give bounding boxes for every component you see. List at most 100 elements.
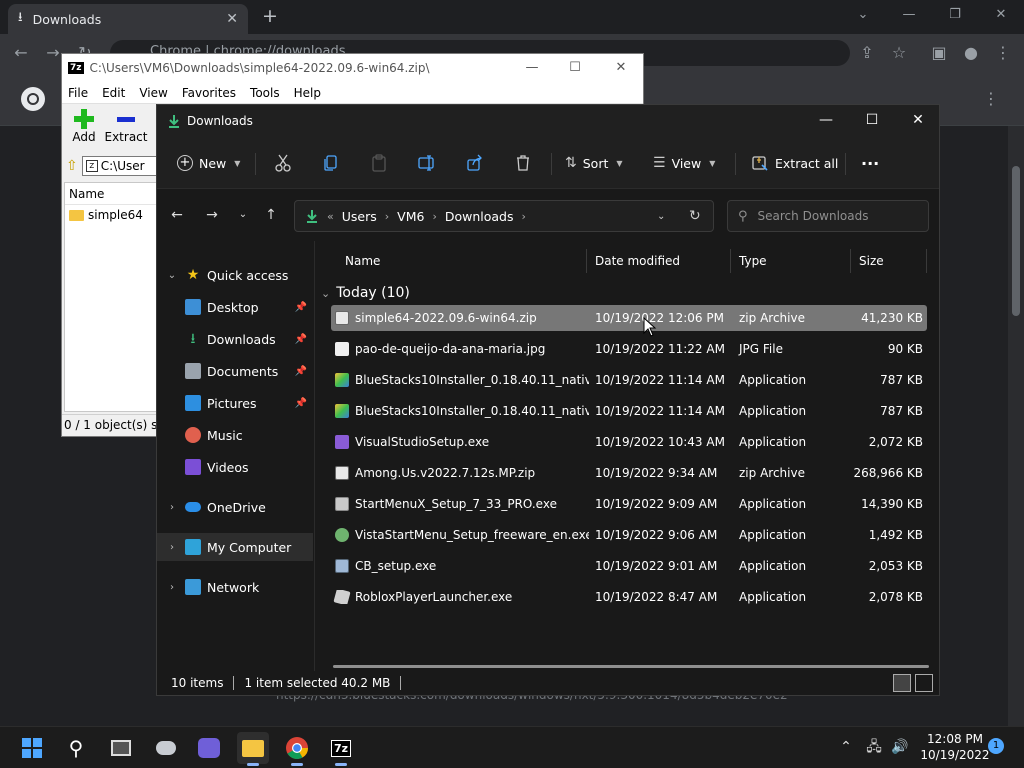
sidebar-item-my-computer[interactable]: › My Computer [157,533,313,561]
recent-locations-icon[interactable]: ⌄ [233,205,253,225]
group-header[interactable]: ⌄ Today (10) [321,283,410,303]
breadcrumb-overflow-icon[interactable]: « [327,210,334,223]
sidebar-item-network[interactable]: › Network [157,573,313,601]
cut-icon[interactable] [273,153,293,173]
chevron-down-icon[interactable]: ⌄ [840,4,886,26]
minimize-icon[interactable]: — [803,105,849,135]
more-options-button[interactable]: ··· [861,151,879,175]
sidebar-item-downloads[interactable]: ⭳ Downloads 📌 [157,325,313,353]
column-header-name[interactable]: Name [315,249,587,273]
close-icon[interactable]: ✕ [606,58,636,78]
column-header-date[interactable]: Date modified [587,249,731,273]
chrome-taskbar-button[interactable] [281,732,313,766]
maximize-icon[interactable]: ☐ [849,105,895,135]
chevron-right-icon[interactable]: › [165,502,179,513]
minimize-icon[interactable]: — [517,58,547,78]
column-header-type[interactable]: Type [731,249,851,273]
horizontal-scrollbar[interactable] [333,665,929,668]
add-button[interactable]: Add [62,108,106,144]
address-bar[interactable]: « Users › VM6 › Downloads › ⌄ ↻ [294,200,714,232]
tab-close-icon[interactable]: ✕ [226,11,238,27]
new-tab-button[interactable]: + [260,6,280,26]
sort-button[interactable]: ⇅ Sort ▼ [565,151,623,175]
paste-icon[interactable] [369,153,389,173]
start-button[interactable] [16,732,48,764]
side-panel-icon[interactable]: ▣ [928,42,950,64]
volume-icon[interactable]: 🔊 [890,737,910,757]
sevenzip-taskbar-button[interactable]: 7z [325,732,357,766]
extract-button[interactable]: Extract [104,108,148,144]
extract-all-button[interactable]: Extract all [751,151,838,175]
refresh-icon[interactable]: ↻ [689,208,701,224]
search-button[interactable]: ⚲ [60,732,92,764]
table-row[interactable]: pao-de-queijo-da-ana-maria.jpg 10/19/202… [331,336,927,362]
chrome-tab-downloads[interactable]: ⭳ Downloads ✕ [8,4,248,34]
close-icon[interactable]: ✕ [895,105,941,135]
file-explorer-taskbar-button[interactable] [237,732,269,766]
delete-icon[interactable] [513,153,533,173]
sidebar-item-onedrive[interactable]: › OneDrive [157,493,313,521]
sidebar-item-documents[interactable]: Documents 📌 [157,357,313,385]
maximize-icon[interactable]: ☐ [560,58,590,78]
system-clock[interactable]: 12:08 PM 10/19/2022 [918,731,992,763]
chevron-up-icon[interactable]: ⌃ [836,737,856,757]
menu-file[interactable]: File [68,86,88,100]
up-folder-icon[interactable]: ⇧ [66,158,78,174]
chat-button[interactable] [193,732,225,764]
details-view-icon[interactable] [893,674,911,692]
breadcrumb-vm6[interactable]: VM6 [397,209,424,224]
back-icon[interactable]: ← [167,205,187,225]
sidebar-item-pictures[interactable]: Pictures 📌 [157,389,313,417]
up-icon[interactable]: ↑ [261,205,281,225]
menu-view[interactable]: View [139,86,167,100]
menu-icon[interactable]: ⋮ [992,42,1014,64]
menu-edit[interactable]: Edit [102,86,125,100]
table-row[interactable]: VisualStudioSetup.exe 10/19/2022 10:43 A… [331,429,927,455]
column-header-size[interactable]: Size [851,249,927,273]
sevenzip-address-input[interactable]: Z C:\User [81,156,162,176]
chrome-scrollbar[interactable] [1008,126,1024,726]
table-row[interactable]: simple64-2022.09.6-win64.zip 10/19/2022 … [331,305,927,331]
column-header-name[interactable]: Name [65,183,158,205]
close-icon[interactable]: ✕ [978,4,1024,26]
menu-help[interactable]: Help [294,86,321,100]
table-row[interactable]: StartMenuX_Setup_7_33_PRO.exe 10/19/2022… [331,491,927,517]
list-item[interactable]: simple64 [65,205,158,225]
new-button[interactable]: + New ▼ [177,151,240,175]
star-icon[interactable]: ☆ [888,42,910,64]
sidebar-item-quick-access[interactable]: ⌄ ★ Quick access [157,261,313,289]
rename-icon[interactable] [417,153,437,173]
table-row[interactable]: VistaStartMenu_Setup_freeware_en.exe 10/… [331,522,927,548]
sidebar-item-desktop[interactable]: Desktop 📌 [157,293,313,321]
breadcrumb-downloads[interactable]: Downloads [445,209,514,224]
chevron-down-icon[interactable]: ⌄ [165,270,179,281]
network-status-icon[interactable]: 🖧 [864,737,884,757]
share-icon[interactable]: ⇪ [856,42,878,64]
table-row[interactable]: Among.Us.v2022.7.12s.MP.zip 10/19/2022 9… [331,460,927,486]
forward-icon[interactable]: → [202,205,222,225]
chevron-right-icon[interactable]: › [165,542,179,553]
copy-icon[interactable] [321,153,341,173]
widgets-button[interactable] [150,732,182,764]
restore-icon[interactable]: ❐ [932,4,978,26]
search-input[interactable]: ⚲ Search Downloads [727,200,929,232]
address-dropdown-icon[interactable]: ⌄ [657,211,665,222]
menu-tools[interactable]: Tools [250,86,280,100]
table-row[interactable]: RobloxPlayerLauncher.exe 10/19/2022 8:47… [331,584,927,610]
profile-icon[interactable]: ● [960,42,982,64]
notification-badge[interactable]: 1 [988,738,1004,754]
tiles-view-icon[interactable] [915,674,933,692]
minimize-icon[interactable]: — [886,4,932,26]
chevron-right-icon[interactable]: › [165,582,179,593]
sidebar-item-videos[interactable]: Videos [157,453,313,481]
sidebar-item-music[interactable]: Music [157,421,313,449]
table-row[interactable]: BlueStacks10Installer_0.18.40.11_native_… [331,367,927,393]
menu-favorites[interactable]: Favorites [182,86,236,100]
back-icon[interactable]: ← [10,42,32,64]
breadcrumb-users[interactable]: Users [342,209,377,224]
share-icon[interactable] [465,153,485,173]
downloads-menu-icon[interactable]: ⋮ [980,88,1002,110]
table-row[interactable]: BlueStacks10Installer_0.18.40.11_native_… [331,398,927,424]
task-view-button[interactable] [105,732,137,764]
view-button[interactable]: ☰ View ▼ [653,151,715,175]
